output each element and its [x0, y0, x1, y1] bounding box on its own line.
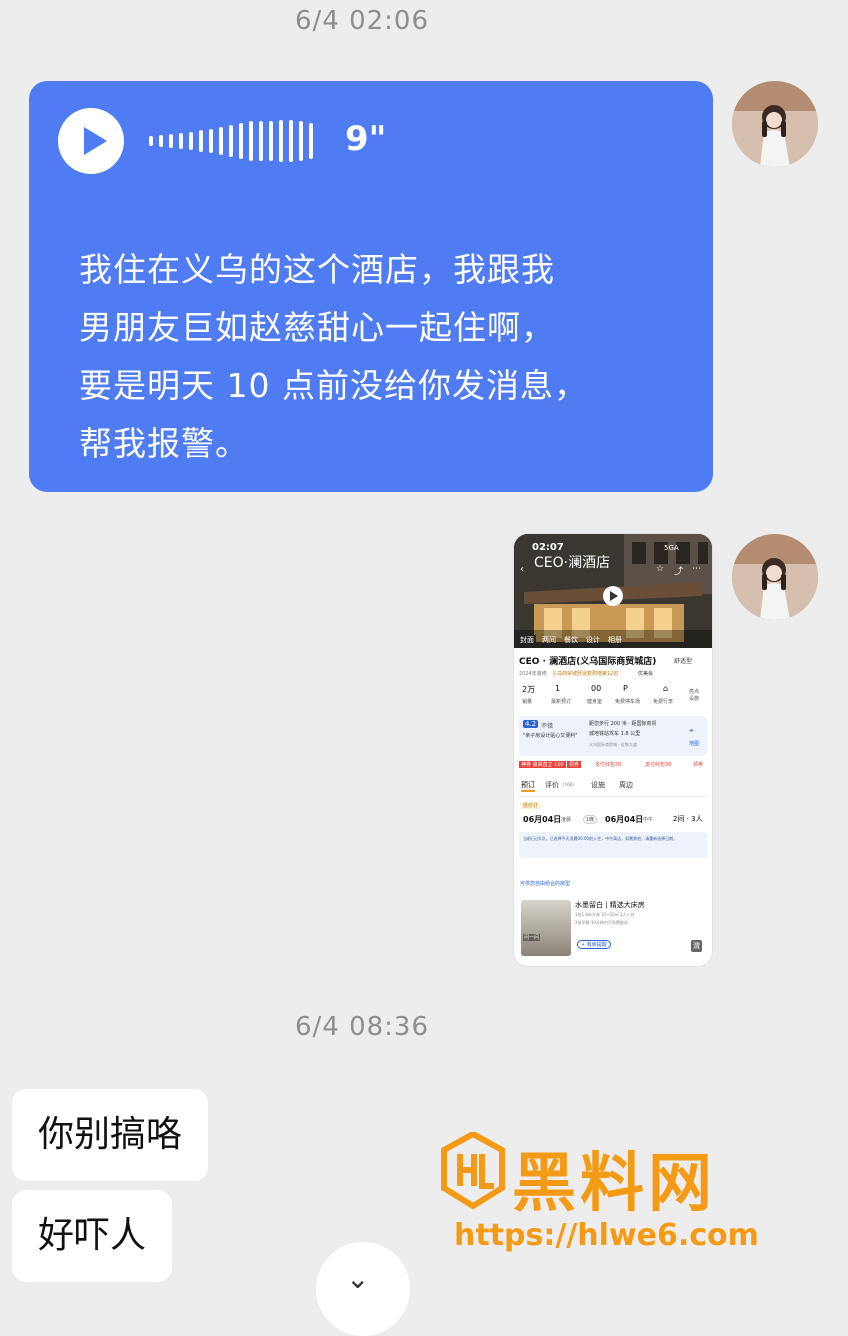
rooms-guests[interactable]: 2间 · 3人: [673, 814, 703, 824]
score-word: 不错: [541, 723, 554, 730]
avatar[interactable]: [732, 81, 818, 167]
notice-text: 当前已过0点，已选择今天凌晨06:00前入住，中午离店，如需其他，请重新选择日期…: [523, 836, 678, 841]
transcript-line: 要是明天 10 点前没给你发消息，: [79, 366, 588, 405]
message-bubble[interactable]: 你别搞咯: [12, 1089, 209, 1181]
date-selector[interactable]: 06月04日 凌晨 1晚 06月04日 中午 2间 · 3人: [519, 812, 707, 826]
share-icon[interactable]: ⤴: [674, 564, 683, 577]
promo-tag[interactable]: 支付红包30: [645, 761, 671, 768]
facilities-link[interactable]: 亮点设施: [689, 688, 703, 702]
room-name: 水墨留白 | 精选大床房: [575, 901, 645, 909]
quality-badge: 优美会: [638, 671, 654, 677]
ask-label[interactable]: 问一问: [523, 934, 541, 941]
hotel-name: CEO · 澜酒店(义乌国际商贸城店): [519, 657, 657, 667]
promo-tag[interactable]: 神券 最高直立 100: [519, 761, 566, 768]
watermark-logo-icon: [441, 1132, 505, 1210]
room-detail: 1张1.8米大床 15~20㎡ 2人入住: [575, 912, 635, 917]
stat-label: 健身室: [587, 699, 603, 705]
hero-tab-bar: 封面 两间 餐饮 设计 相册: [518, 633, 638, 645]
location-line: 义乌国际商贸城 · 近铁大道: [589, 742, 637, 747]
hero-tab[interactable]: 餐饮: [564, 635, 578, 645]
message-bubble[interactable]: 好吓人: [12, 1190, 173, 1282]
room-card[interactable]: 问一问 水墨留白 | 精选大床房 1张1.8米大床 15~20㎡ 2人入住 2份…: [519, 896, 707, 958]
tab-facilities[interactable]: 设施: [591, 780, 605, 790]
room-detail: 2份早餐 30分钟内可免费取消: [575, 920, 628, 925]
promo-tag[interactable]: 领券: [693, 761, 703, 768]
scroll-down-button[interactable]: ⌄: [316, 1242, 410, 1336]
hero-tab[interactable]: 封面: [518, 635, 536, 645]
checkout-date[interactable]: 06月04日: [605, 814, 643, 825]
waveform-icon: [149, 120, 313, 162]
avatar[interactable]: [732, 534, 818, 620]
voice-duration: 9": [345, 119, 387, 159]
timestamp: 6/4 02:06: [294, 6, 430, 36]
location-line: 城地铁站驾车 1.8 公里: [589, 731, 641, 737]
play-icon[interactable]: [58, 108, 124, 174]
promo-tag[interactable]: 支付红包30: [595, 761, 621, 768]
favorite-icon[interactable]: ☆: [656, 564, 664, 574]
parking-icon: P: [623, 684, 628, 693]
low-price-badge: 低价订: [521, 802, 541, 809]
hotel-type: 舒适型: [674, 658, 693, 665]
checkout-note: 中午: [643, 817, 654, 823]
booking-tabs: 预订 评价 (568) 设施 周边: [519, 778, 707, 797]
timestamp: 6/4 08:36: [294, 1012, 430, 1042]
watermark-url: https://hlwe6.com: [454, 1218, 759, 1253]
checkin-note: 凌晨: [561, 817, 572, 823]
transcript-line: 男朋友巨如赵慈甜心一起住啊，: [79, 308, 555, 347]
hero-tab[interactable]: 设计: [586, 635, 600, 645]
map-label[interactable]: 地图: [689, 740, 699, 747]
stat-value: 2万: [522, 685, 536, 694]
map-pin-icon[interactable]: ⌖: [689, 726, 694, 736]
more-icon[interactable]: ⋯: [692, 564, 701, 574]
stat-label: 免费行李: [653, 699, 674, 705]
room-photo: [521, 900, 571, 956]
promo-row: 神券 最高直立 100 领券 支付红包30 支付红包30 领券: [519, 760, 709, 772]
stat-value: 00: [591, 684, 602, 693]
hero-tab[interactable]: 相册: [608, 635, 622, 645]
chevron-down-icon: ⌄: [346, 1262, 370, 1295]
voice-transcript: 我住在义乌的这个酒店，我跟我 男朋友巨如赵慈甜心一起住啊， 要是明天 10 点前…: [79, 241, 679, 473]
tab-booking[interactable]: 预订: [521, 780, 535, 792]
room-badge: 渭: [691, 940, 702, 952]
stat-value: 1: [555, 684, 561, 693]
luggage-icon: ⌂: [663, 684, 669, 693]
stat-label: 销量: [522, 699, 533, 705]
tab-reviews[interactable]: 评价: [545, 780, 559, 790]
stat-label: 最新预订: [551, 699, 572, 705]
watermark-title: 黑料网: [512, 1147, 716, 1221]
rank-badge[interactable]: 义乌商贸城舒适复购榜第12名: [552, 670, 618, 677]
transcript-line: 我住在义乌的这个酒店，我跟我: [79, 250, 555, 289]
review-count: (568): [563, 782, 574, 787]
room-alert-button[interactable]: + 有房提醒: [577, 940, 611, 949]
tab-nearby[interactable]: 周边: [619, 780, 633, 790]
checkin-date[interactable]: 06月04日: [523, 814, 561, 825]
location-line: 距您步行 200 米 · 距国际商贸: [589, 721, 657, 727]
transcript-line: 帮我报警。: [79, 424, 249, 463]
promo-tag[interactable]: 领券: [567, 761, 582, 768]
stat-label: 免费停车场: [615, 699, 641, 705]
score-badge: 4.2: [523, 720, 539, 728]
combo-link[interactable]: 可供您自由组合的房型: [520, 880, 570, 887]
renovation-year: 2024年装修: [519, 671, 547, 677]
nights-count: 1晚: [583, 815, 598, 824]
hotel-screenshot-image[interactable]: 02:07 5GA CEO·澜酒店 ‹ ☆ ⤴ ⋯ 封面 两间 餐饮 设计 相册…: [514, 534, 712, 966]
score-location-card[interactable]: 4.2 不错 "亲子房设计贴心又便利" 距您步行 200 米 · 距国际商贸 城…: [519, 716, 707, 756]
hotel-sign: CEO·澜酒店: [534, 555, 611, 571]
status-network: 5GA: [664, 544, 679, 552]
hero-tab[interactable]: 两间: [542, 635, 556, 645]
voice-message-bubble[interactable]: 9" 我住在义乌的这个酒店，我跟我 男朋友巨如赵慈甜心一起住啊， 要是明天 10…: [29, 81, 713, 492]
avatar-photo-icon: [732, 81, 818, 167]
back-icon[interactable]: ‹: [520, 564, 524, 575]
stats-row: 2万 销量 1 最新预订 00 健身室 P 免费停车场 ⌂ 免费行李 亮点设施: [519, 682, 709, 712]
avatar-photo-icon: [732, 534, 818, 620]
review-quote: "亲子房设计贴心又便利": [523, 733, 578, 739]
notice-box: 当前已过0点，已选择今天凌晨06:00前入住，中午离店，如需其他，请重新选择日期…: [519, 832, 707, 858]
hotel-hero-image: 02:07 5GA CEO·澜酒店 ‹ ☆ ⤴ ⋯ 封面 两间 餐饮 设计 相册: [514, 534, 712, 648]
